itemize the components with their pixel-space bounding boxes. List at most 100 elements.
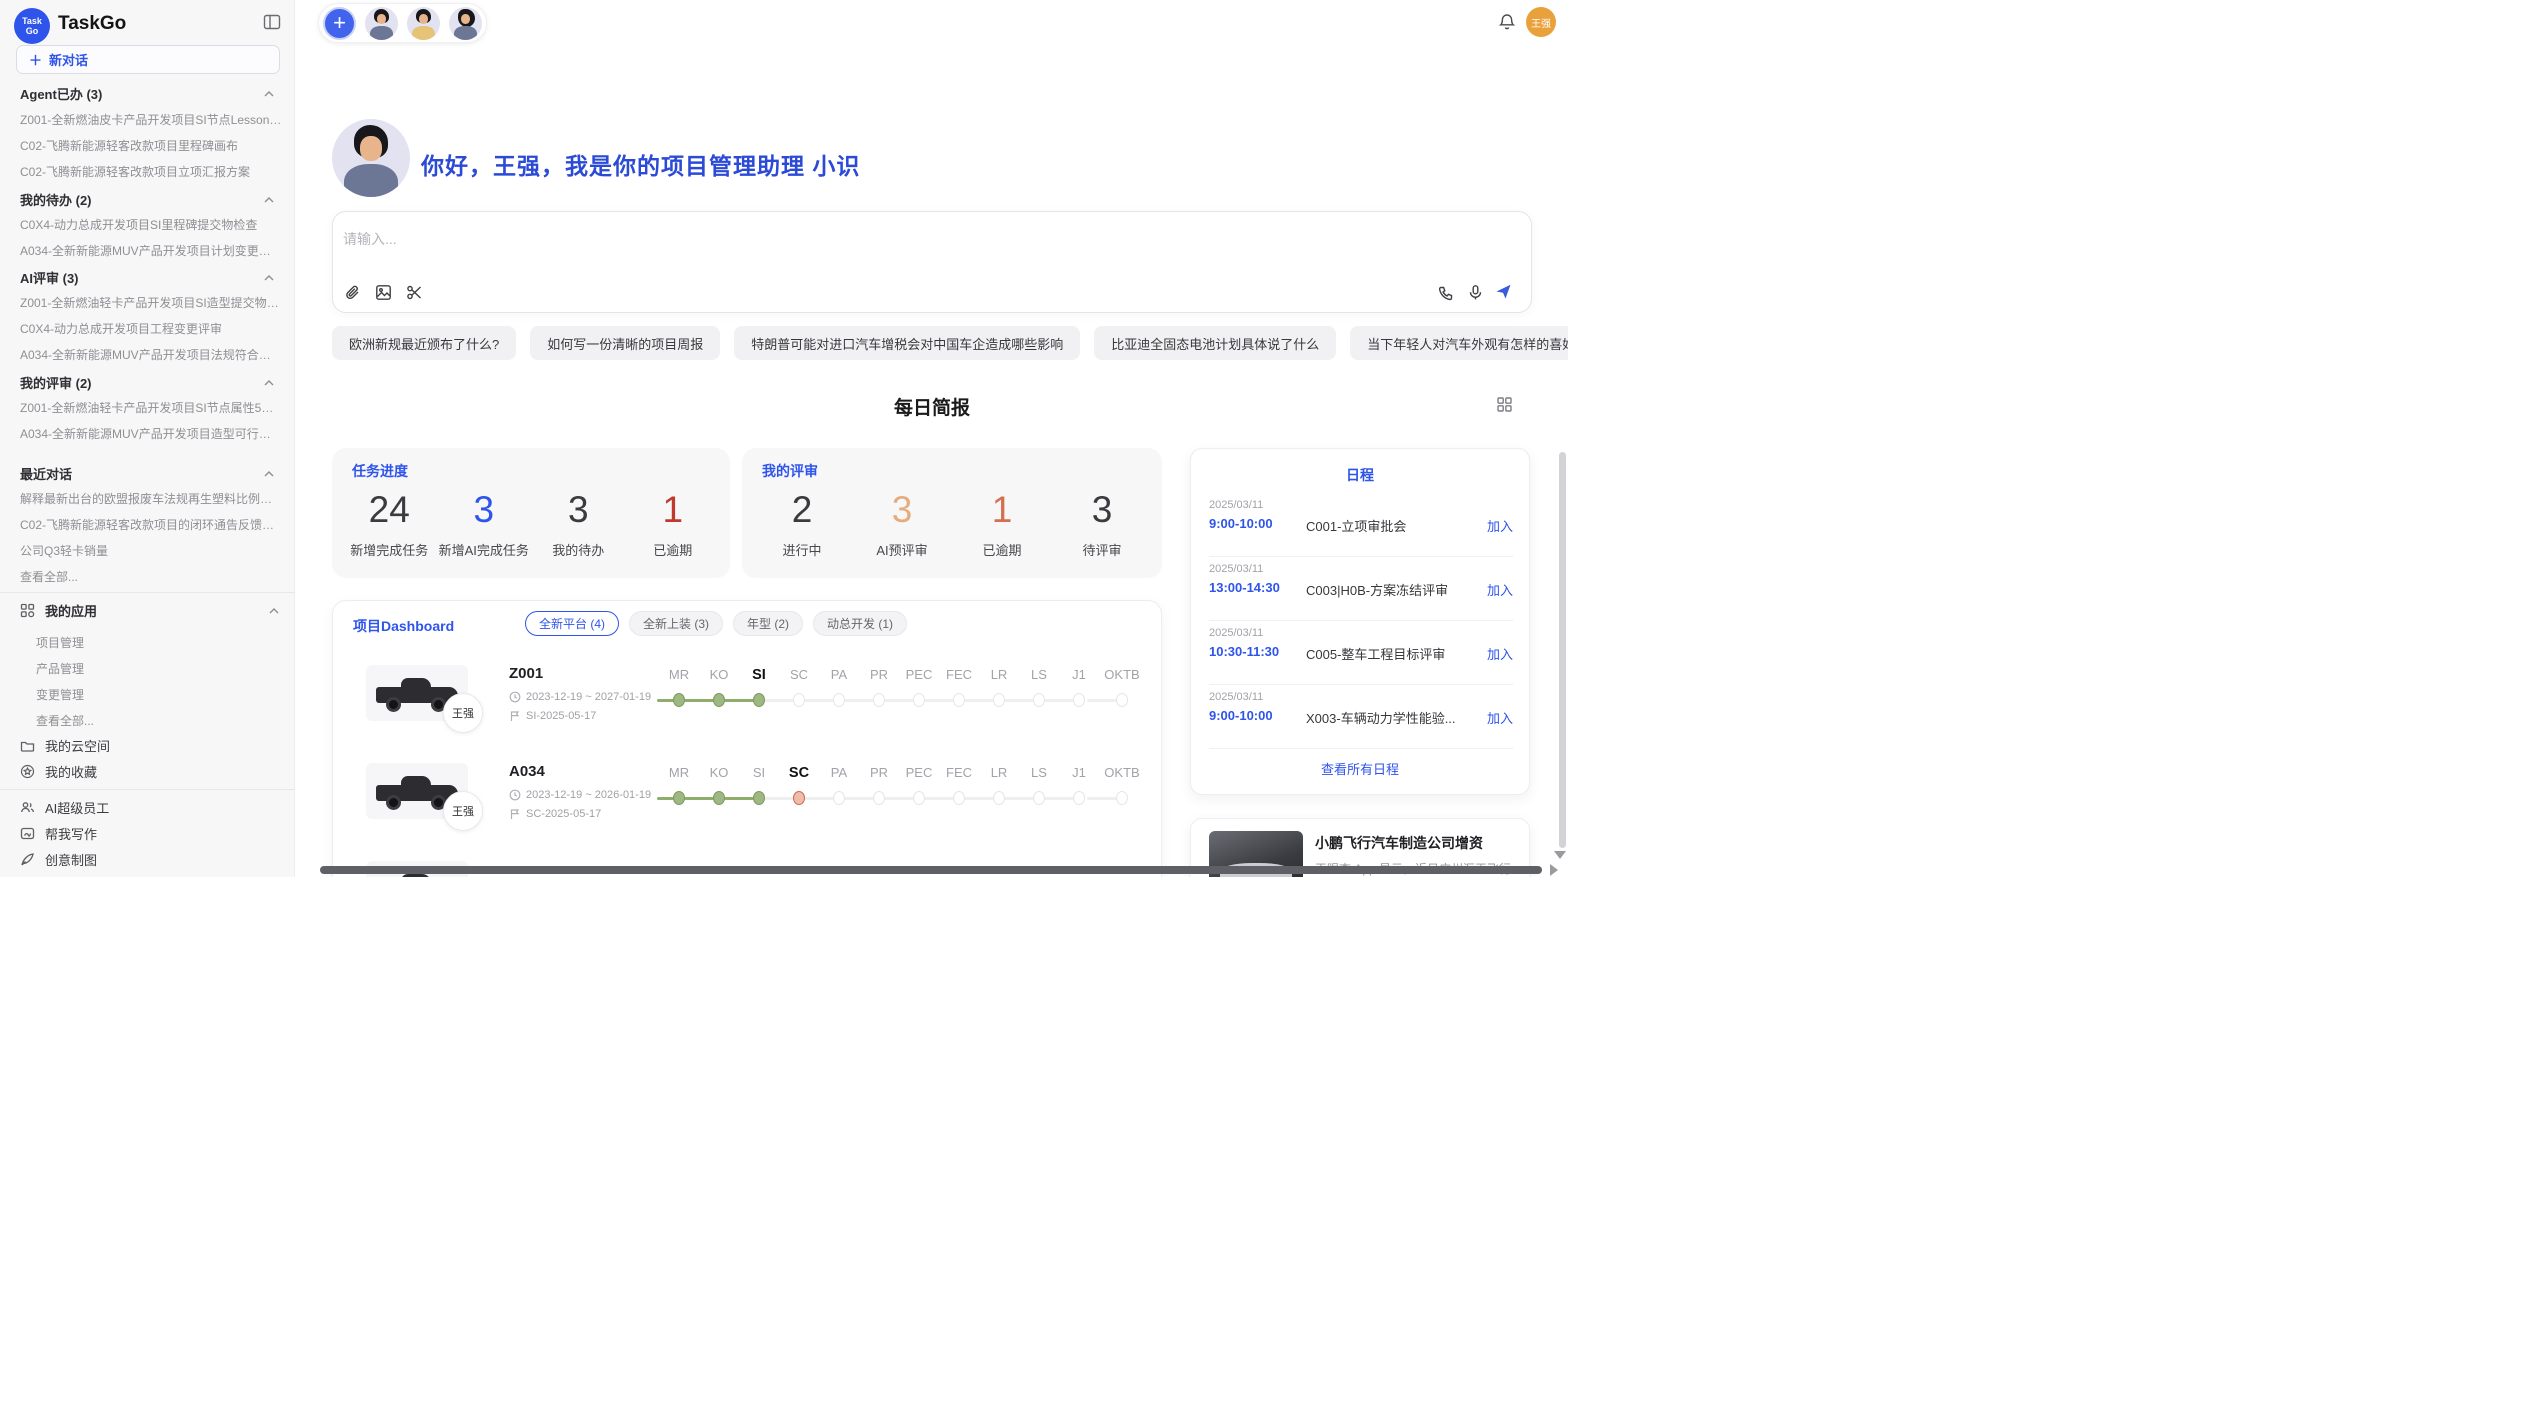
milestone-j1[interactable]: J1	[1059, 667, 1099, 727]
milestone-pec[interactable]: PEC	[899, 765, 939, 825]
suggestion-chip[interactable]: 如何写一份清晰的项目周报	[530, 326, 720, 360]
my-cloud-space[interactable]: 我的云空间	[20, 736, 280, 755]
milestone-ko[interactable]: KO	[699, 765, 739, 825]
chevron-up-icon[interactable]	[268, 605, 280, 617]
chevron-up-icon[interactable]	[263, 272, 275, 284]
milestone-lr[interactable]: LR	[979, 765, 1019, 825]
member-avatar[interactable]	[449, 7, 482, 40]
suggestion-chip[interactable]: 特朗普可能对进口汽车增税会对中国车企造成哪些影响	[734, 326, 1080, 360]
conversation-item[interactable]: A034-全新新能源MUV产品开发项目法规符合性评审	[20, 346, 282, 363]
section-my-review[interactable]: 我的评审 (2)	[20, 373, 275, 392]
tab-all-new-platform[interactable]: 全新平台 (4)	[525, 611, 619, 636]
chevron-up-icon[interactable]	[263, 194, 275, 206]
join-link[interactable]: 加入	[1487, 644, 1513, 663]
new-chat-button[interactable]: ＋新对话	[16, 45, 280, 74]
milestone-lr[interactable]: LR	[979, 667, 1019, 727]
scroll-down-arrow[interactable]	[1554, 851, 1566, 859]
tab-new-body[interactable]: 全新上装 (3)	[629, 611, 723, 636]
app-link-product-mgmt[interactable]: 产品管理	[36, 660, 282, 677]
milestone-oktb[interactable]: OKTB	[1099, 765, 1145, 825]
conversation-item[interactable]: C02-飞腾新能源轻客改款项目立项汇报方案	[20, 163, 282, 180]
notification-bell-icon[interactable]	[1498, 13, 1516, 31]
help-me-write[interactable]: 帮我写作	[20, 824, 280, 843]
milestone-si[interactable]: SI	[739, 667, 779, 727]
phone-icon[interactable]	[1438, 285, 1455, 302]
my-favorites[interactable]: 我的收藏	[20, 762, 280, 781]
conversation-item[interactable]: 公司Q3轻卡销量	[20, 542, 282, 559]
add-member-button[interactable]: +	[323, 7, 356, 40]
project-row-a034[interactable]: 王强 A034 2023-12-19 ~ 2026-01-19 SC-2025-…	[333, 755, 1162, 853]
conversation-item[interactable]: A034-全新新能源MUV产品开发项目计划变更表编写	[20, 242, 282, 259]
creative-drawing[interactable]: 创意制图	[20, 850, 280, 869]
suggestion-chip[interactable]: 比亚迪全固态电池计划具体说了什么	[1094, 326, 1336, 360]
member-avatar[interactable]	[407, 7, 440, 40]
schedule-item[interactable]: 2025/03/11 13:00-14:30 C003|H0B-方案冻结评审 加…	[1209, 557, 1513, 621]
chevron-up-icon[interactable]	[263, 88, 275, 100]
horizontal-scrollbar[interactable]	[320, 866, 1542, 874]
section-ai-review[interactable]: AI评审 (3)	[20, 268, 275, 287]
milestone-pec[interactable]: PEC	[899, 667, 939, 727]
conversation-item[interactable]: C0X4-动力总成开发项目工程变更评审	[20, 320, 282, 337]
view-all-schedule[interactable]: 查看所有日程	[1191, 759, 1529, 778]
milestone-ls[interactable]: LS	[1019, 765, 1059, 825]
app-link-project-mgmt[interactable]: 项目管理	[36, 634, 282, 651]
sidebar-collapse-icon[interactable]	[263, 13, 281, 31]
scissors-icon[interactable]	[406, 284, 423, 301]
layout-grid-icon[interactable]	[1496, 396, 1513, 413]
vertical-scrollbar[interactable]	[1559, 452, 1566, 848]
milestone-mr[interactable]: MR	[659, 667, 699, 727]
suggestion-chip[interactable]: 当下年轻人对汽车外观有怎样的喜好趋势	[1350, 326, 1568, 360]
join-link[interactable]: 加入	[1487, 516, 1513, 535]
ai-super-staff[interactable]: AI超级员工	[20, 798, 280, 817]
image-icon[interactable]	[375, 284, 392, 301]
join-link[interactable]: 加入	[1487, 580, 1513, 599]
view-all-chats[interactable]: 查看全部...	[20, 568, 282, 585]
milestone-j1[interactable]: J1	[1059, 765, 1099, 825]
conversation-item[interactable]: C02-飞腾新能源轻客改款项目里程碑画布	[20, 137, 282, 154]
milestone-pa[interactable]: PA	[819, 765, 859, 825]
conversation-item[interactable]: A034-全新新能源MUV产品开发项目造型可行性评审	[20, 425, 282, 442]
scroll-right-arrow[interactable]	[1550, 864, 1558, 876]
schedule-item[interactable]: 2025/03/11 9:00-10:00 X003-车辆动力学性能验... 加…	[1209, 685, 1513, 749]
section-my-todo[interactable]: 我的待办 (2)	[20, 190, 275, 209]
chat-input[interactable]	[343, 226, 1443, 252]
milestone-pr[interactable]: PR	[859, 765, 899, 825]
send-icon[interactable]	[1495, 283, 1512, 300]
my-apps[interactable]: 我的应用	[20, 601, 280, 620]
attachment-icon[interactable]	[344, 284, 361, 301]
project-dashboard-card: 项目Dashboard 全新平台 (4) 全新上装 (3) 年型 (2) 动总开…	[332, 600, 1162, 877]
section-agent-done[interactable]: Agent已办 (3)	[20, 84, 275, 103]
conversation-item[interactable]: C0X4-动力总成开发项目SI里程碑提交物检查	[20, 216, 282, 233]
schedule-item[interactable]: 2025/03/11 9:00-10:00 C001-立项审批会 加入	[1209, 493, 1513, 557]
chevron-up-icon[interactable]	[263, 468, 275, 480]
milestone-pr[interactable]: PR	[859, 667, 899, 727]
project-row-z001[interactable]: 王强 Z001 2023-12-19 ~ 2027-01-19 SI-2025-…	[333, 657, 1162, 755]
chevron-up-icon[interactable]	[263, 377, 275, 389]
milestone-sc[interactable]: SC	[779, 667, 819, 727]
tab-year-model[interactable]: 年型 (2)	[733, 611, 803, 636]
milestone-pa[interactable]: PA	[819, 667, 859, 727]
join-link[interactable]: 加入	[1487, 708, 1513, 727]
milestone-sc[interactable]: SC	[779, 765, 819, 825]
milestone-si[interactable]: SI	[739, 765, 779, 825]
suggestion-chip[interactable]: 欧洲新规最近颁布了什么?	[332, 326, 516, 360]
milestone-ko[interactable]: KO	[699, 667, 739, 727]
milestone-ls[interactable]: LS	[1019, 667, 1059, 727]
milestone-oktb[interactable]: OKTB	[1099, 667, 1145, 727]
app-link-change-mgmt[interactable]: 变更管理	[36, 686, 282, 703]
section-recent-chats[interactable]: 最近对话	[20, 464, 275, 483]
schedule-item[interactable]: 2025/03/11 10:30-11:30 C005-整车工程目标评审 加入	[1209, 621, 1513, 685]
milestone-fec[interactable]: FEC	[939, 765, 979, 825]
conversation-item[interactable]: 解释最新出台的欧盟报废车法规再生塑料比例被调至15%...	[20, 490, 282, 507]
conversation-item[interactable]: C02-飞腾新能源轻客改款项目的闭环通告反馈情况	[20, 516, 282, 533]
tab-powertrain[interactable]: 动总开发 (1)	[813, 611, 907, 636]
conversation-item[interactable]: Z001-全新燃油轻卡产品开发项目SI节点属性5D文件评审	[20, 399, 282, 416]
conversation-item[interactable]: Z001-全新燃油轻卡产品开发项目SI造型提交物评审	[20, 294, 282, 311]
user-avatar[interactable]: 王强	[1526, 7, 1556, 37]
conversation-item[interactable]: Z001-全新燃油皮卡产品开发项目SI节点Lesson Learn报告	[20, 111, 282, 128]
milestone-fec[interactable]: FEC	[939, 667, 979, 727]
microphone-icon[interactable]	[1467, 284, 1484, 301]
view-all-apps[interactable]: 查看全部...	[36, 712, 282, 729]
member-avatar[interactable]	[365, 7, 398, 40]
milestone-mr[interactable]: MR	[659, 765, 699, 825]
